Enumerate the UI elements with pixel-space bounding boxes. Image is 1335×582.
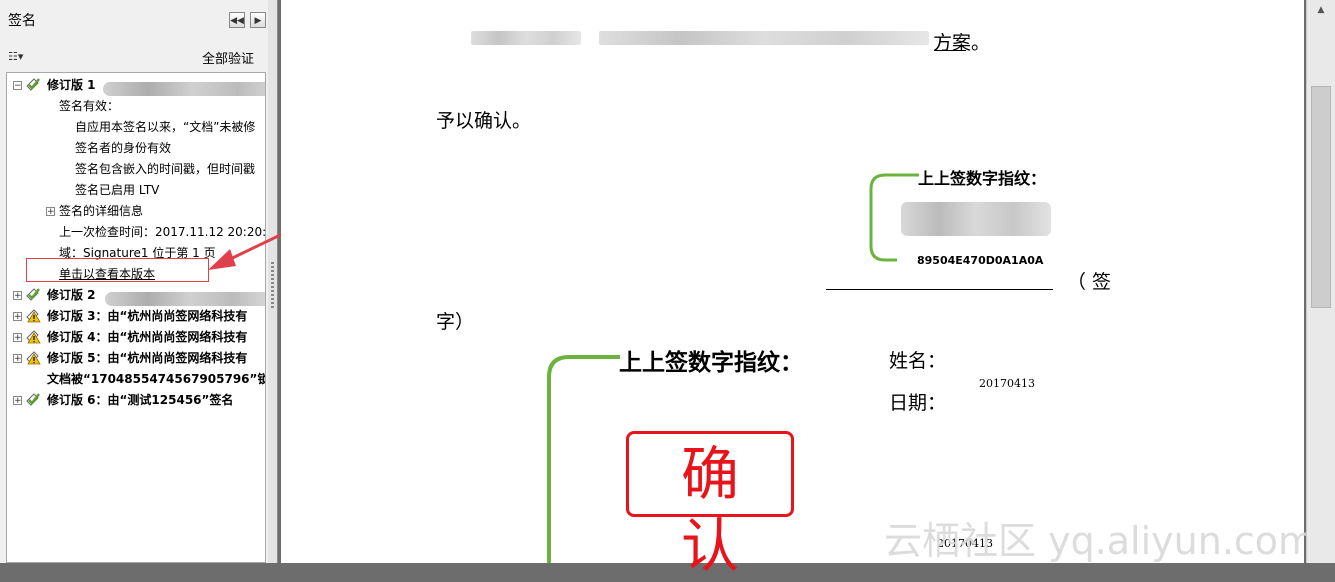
sign-label-open: （ 签: [1067, 271, 1112, 293]
splitter-grip-icon[interactable]: [271, 262, 274, 308]
redacted-text: [103, 82, 265, 96]
site-watermark: 云栖社区 yq.aliyun.com: [884, 519, 1316, 563]
scroll-up-arrow-icon[interactable]: ▲: [1313, 4, 1329, 16]
panel-splitter[interactable]: [268, 0, 278, 563]
tree-item-revision-4[interactable]: 修订版 4：由“杭州尚尚签网络科技有: [47, 327, 247, 347]
status-line: 签名已启用 LTV: [75, 183, 160, 197]
signature-valid-heading: 签名有效：: [59, 99, 120, 113]
status-line: 签名包含嵌入的时间戳，但时间戳: [75, 162, 256, 176]
expand-toggle-icon[interactable]: +: [46, 207, 55, 217]
redacted-fingerprint-image: [901, 202, 1051, 236]
warning-signature-icon: [26, 309, 41, 323]
date-label: 日期：: [889, 392, 947, 414]
tree-item-revision-2[interactable]: 修订版 2: [47, 285, 96, 305]
fingerprint-label: 上上签数字指纹：: [619, 350, 803, 376]
redacted-text: [599, 31, 929, 45]
status-line: 自应用本签名以来，“文档”未被修: [75, 120, 256, 134]
expand-toggle-icon[interactable]: +: [13, 354, 22, 364]
verify-all-button[interactable]: 全部验证: [202, 48, 254, 67]
tree-item-revision-1[interactable]: 修订版 1: [47, 75, 96, 95]
list-options-icon[interactable]: ☷▾: [8, 50, 30, 64]
tree-item-signature-details[interactable]: 签名的详细信息: [59, 201, 143, 221]
panel-toolbar: ☷▾ 全部验证: [0, 44, 268, 68]
green-bracket-icon: [547, 355, 620, 563]
collapse-toggle-icon[interactable]: −: [13, 81, 22, 91]
expand-toggle-icon[interactable]: +: [13, 396, 22, 406]
annotation-highlight-box: [26, 258, 209, 282]
status-line: 签名者的身份有效: [75, 141, 172, 155]
warning-signature-icon: [26, 351, 41, 365]
sign-label-close: 字）: [436, 311, 475, 333]
tree-item-revision-5-lock: 文档被“1704855474567905796”锁定: [47, 372, 266, 386]
expand-toggle-icon[interactable]: +: [13, 291, 22, 301]
confirm-stamp: 确认: [626, 431, 794, 580]
vertical-scrollbar[interactable]: ▲: [1306, 0, 1335, 563]
expand-toggle-icon[interactable]: +: [13, 333, 22, 343]
date-value: 20170413: [979, 377, 1035, 390]
underline: [934, 50, 966, 51]
signature-tree[interactable]: − 修订版 1 签名有效： 自应用本签名以来，“文档”未被修 签名者的身份有效 …: [6, 72, 266, 563]
warning-signature-icon: [26, 330, 41, 344]
last-checked-time: 上一次检查时间：2017.11.12 20:20:02: [59, 225, 266, 239]
fingerprint-label: 上上签数字指纹：: [918, 169, 1047, 188]
valid-signature-icon: [26, 393, 40, 406]
panel-header: 签名 ◀◀ ▶: [0, 0, 268, 40]
signature-line: [826, 289, 1053, 290]
tree-item-revision-3[interactable]: 修订版 3：由“杭州尚尚签网络科技有: [47, 306, 247, 326]
double-left-arrow-icon[interactable]: ◀◀: [229, 12, 245, 28]
signatures-panel: 签名 ◀◀ ▶ ☷▾ 全部验证 − 修订版 1 签名有效： 自应用本签名以来，“…: [0, 0, 269, 563]
stamp-text: 确认: [680, 440, 761, 580]
tree-item-revision-6[interactable]: 修订版 6：由“测试125456”签名: [47, 390, 233, 410]
fingerprint-code: 89504E470D0A1A0A: [917, 254, 1044, 267]
scrollbar-thumb[interactable]: [1311, 86, 1331, 308]
right-arrow-icon[interactable]: ▶: [250, 12, 266, 28]
confirm-text: 予以确认。: [436, 110, 532, 132]
name-label: 姓名：: [889, 350, 947, 372]
valid-signature-icon: [26, 78, 40, 91]
valid-signature-icon: [26, 288, 40, 301]
tree-item-revision-5[interactable]: 修订版 5：由“杭州尚尚签网络科技有: [47, 348, 247, 368]
redacted-text: [105, 292, 265, 306]
redacted-text: [471, 31, 581, 45]
expand-toggle-icon[interactable]: +: [13, 312, 22, 322]
panel-title: 签名: [8, 13, 36, 29]
